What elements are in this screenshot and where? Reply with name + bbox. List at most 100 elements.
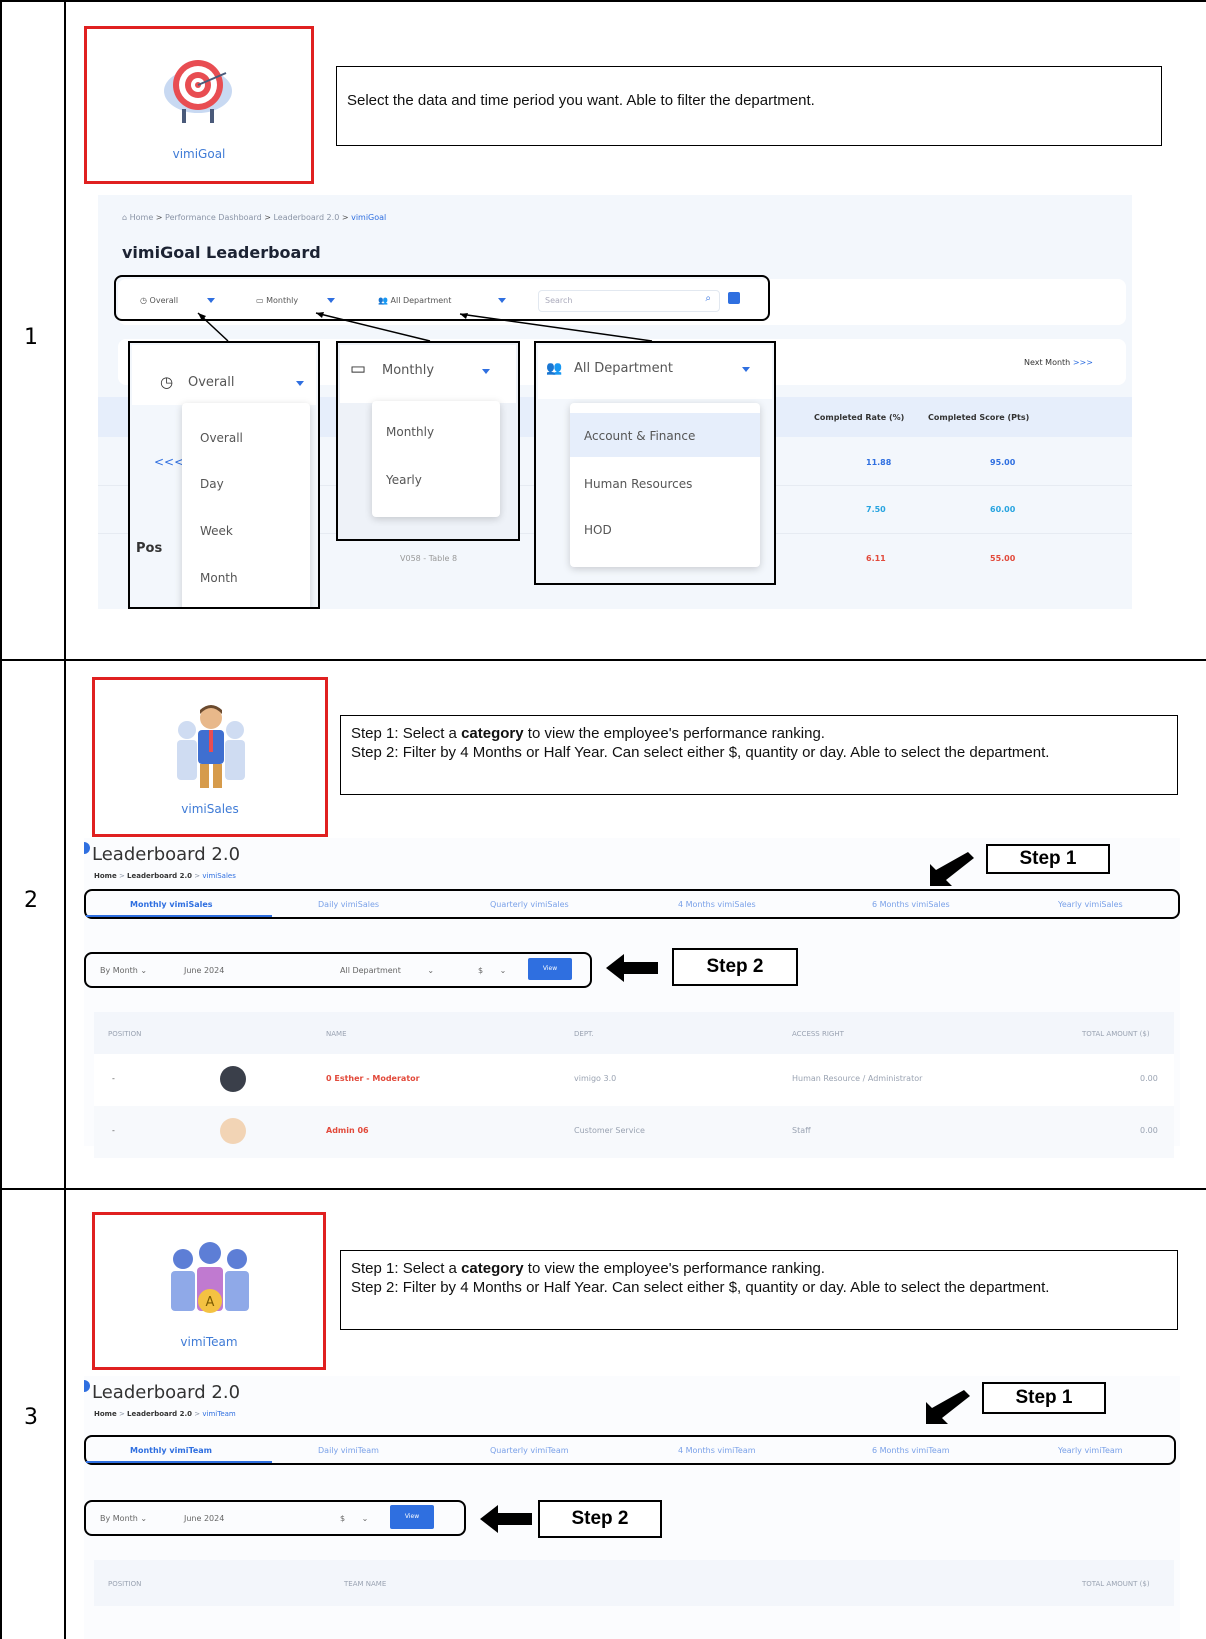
avatar (220, 1118, 246, 1144)
tab-4-months-vimiteam[interactable]: 4 Months vimiTeam (678, 1446, 756, 1455)
col-team-name: TEAM NAME (344, 1580, 387, 1588)
chevron-down-icon (482, 369, 490, 374)
row-amount: 0.00 (1140, 1126, 1158, 1135)
tab-4-months-vimisales[interactable]: 4 Months vimiSales (678, 900, 756, 909)
col-total-amount: TOTAL AMOUNT ($) (1082, 1030, 1150, 1038)
row-number-3: 3 (24, 1405, 38, 1430)
vimiteam-icon-frame: A vimiTeam (92, 1212, 326, 1370)
tab-6-months-vimiteam[interactable]: 6 Months vimiTeam (872, 1446, 950, 1455)
option-hod[interactable]: HOD (584, 523, 612, 537)
row-access: Staff (792, 1126, 811, 1135)
col-dept: DEPT. (574, 1030, 594, 1038)
tab-daily-vimisales[interactable]: Daily vimiSales (318, 900, 379, 909)
vimisales-icon-frame: vimiSales (92, 677, 328, 837)
row-amount: 0.00 (1140, 1074, 1158, 1083)
row3-description-line-1: Step 1: Select a category to view the em… (351, 1260, 825, 1277)
tab-yearly-vimisales[interactable]: Yearly vimiSales (1058, 900, 1123, 909)
tab-6-months-vimisales[interactable]: 6 Months vimiSales (872, 900, 950, 909)
row-position: - (112, 1074, 115, 1083)
vimiteam-icon-label: vimiTeam (180, 1335, 238, 1349)
date-input[interactable]: June 2024 (184, 1514, 224, 1523)
by-month-select[interactable]: By Month ⌄ (100, 1514, 147, 1523)
row2-description-line-1: Step 1: Select a category to view the em… (351, 725, 825, 742)
monthly-dropdown-popup: ▭ Monthly Monthly Yearly (336, 341, 520, 541)
row-access: Human Resource / Administrator (792, 1074, 923, 1083)
svg-text:A: A (206, 1295, 215, 1310)
active-tab-underline (86, 915, 272, 917)
unit-select[interactable]: $ ⌄ (478, 966, 506, 975)
filter-row-highlight (84, 952, 592, 988)
row3-description: Step 1: Select a category to view the em… (340, 1250, 1178, 1330)
vimiteam-group-icon: A (165, 1237, 255, 1323)
col-position: POSITION (108, 1580, 142, 1588)
department-selected-label: All Department (574, 361, 673, 376)
monthly-selected-label: Monthly (382, 363, 435, 378)
step2-arrow-icon (480, 1505, 532, 1533)
option-human-resources[interactable]: Human Resources (584, 477, 692, 491)
last-page-arrows[interactable]: <<< (154, 455, 184, 469)
step1-label-box: Step 1 (986, 844, 1110, 874)
row-name[interactable]: Admin 06 (326, 1126, 369, 1135)
department-select[interactable]: All Department ⌄ (340, 966, 434, 975)
monthly-options-menu: Monthly Yearly (372, 401, 500, 517)
option-overall[interactable]: Overall (200, 431, 243, 445)
row-position: - (112, 1126, 115, 1135)
clock-icon: ◷ (160, 373, 174, 391)
unit-select[interactable]: $ ⌄ (340, 1514, 368, 1523)
row2-description: Step 1: Select a category to view the em… (340, 715, 1178, 795)
people-icon: 👥 (546, 361, 563, 376)
leaderboard-title: Leaderboard 2.0 (92, 1382, 241, 1403)
col-total-amount: TOTAL AMOUNT ($) (1082, 1580, 1150, 1588)
department-dropdown-popup: 👥 All Department Account & Finance Human… (534, 341, 776, 585)
avatar (220, 1066, 246, 1092)
step2-label-box: Step 2 (538, 1500, 662, 1538)
row-number-2: 2 (24, 888, 38, 913)
vimisales-breadcrumb: Home > Leaderboard 2.0 > vimiSales (94, 872, 236, 880)
view-button[interactable]: View (390, 1505, 434, 1529)
option-monthly[interactable]: Monthly (386, 425, 434, 439)
option-account-finance[interactable]: Account & Finance (584, 429, 695, 443)
chevron-down-icon (296, 381, 304, 386)
overall-dropdown-popup: ◷ Overall <<< Pos Overall Day Week Month (128, 341, 320, 609)
option-yearly[interactable]: Yearly (386, 473, 422, 487)
tab-monthly-vimisales[interactable]: Monthly vimiSales (130, 900, 213, 909)
option-month[interactable]: Month (200, 571, 238, 585)
calendar-icon: ▭ (350, 359, 367, 379)
department-options-menu: Account & Finance Human Resources HOD (570, 403, 760, 567)
step1-label-box: Step 1 (982, 1382, 1106, 1414)
active-tab-underline (86, 1461, 272, 1463)
tab-quarterly-vimisales[interactable]: Quarterly vimiSales (490, 900, 569, 909)
leaderboard-title: Leaderboard 2.0 (92, 844, 241, 865)
vimisales-icon-label: vimiSales (181, 802, 239, 816)
by-month-select[interactable]: By Month ⌄ (100, 966, 147, 975)
chevron-down-icon (742, 367, 750, 372)
step1-arrow-icon (926, 1390, 970, 1424)
tab-monthly-vimiteam[interactable]: Monthly vimiTeam (130, 1446, 212, 1455)
overall-selected-label: Overall (188, 375, 235, 390)
table-header-bar (94, 1560, 1174, 1606)
option-day[interactable]: Day (200, 477, 224, 491)
row2-description-line-2: Step 2: Filter by 4 Months or Half Year.… (351, 744, 1050, 761)
vimisales-person-icon (169, 700, 253, 792)
row-dept: vimigo 3.0 (574, 1074, 617, 1083)
step1-arrow-icon (930, 852, 974, 886)
vimiteam-breadcrumb: Home > Leaderboard 2.0 > vimiTeam (94, 1410, 236, 1418)
tab-quarterly-vimiteam[interactable]: Quarterly vimiTeam (490, 1446, 569, 1455)
view-button[interactable]: View (528, 958, 572, 980)
table-row-divider-2 (0, 1188, 1206, 1190)
tab-yearly-vimiteam[interactable]: Yearly vimiTeam (1058, 1446, 1123, 1455)
col-position: POSITION (108, 1030, 142, 1038)
option-week[interactable]: Week (200, 524, 233, 538)
row-dept: Customer Service (574, 1126, 645, 1135)
table-row[interactable]: - 0 Esther - Moderator vimigo 3.0 Human … (94, 1054, 1174, 1106)
step2-arrow-icon (606, 954, 658, 982)
table-row[interactable]: - Admin 06 Customer Service Staff 0.00 (94, 1106, 1174, 1158)
tab-daily-vimiteam[interactable]: Daily vimiTeam (318, 1446, 379, 1455)
col-access-right: ACCESS RIGHT (792, 1030, 844, 1038)
row-name[interactable]: 0 Esther - Moderator (326, 1074, 420, 1083)
col-name: NAME (326, 1030, 347, 1038)
step2-label-box: Step 2 (672, 948, 798, 986)
row3-description-line-2: Step 2: Filter by 4 Months or Half Year.… (351, 1279, 1050, 1296)
table-cell-partial: Pos (136, 541, 163, 556)
date-input[interactable]: June 2024 (184, 966, 224, 975)
